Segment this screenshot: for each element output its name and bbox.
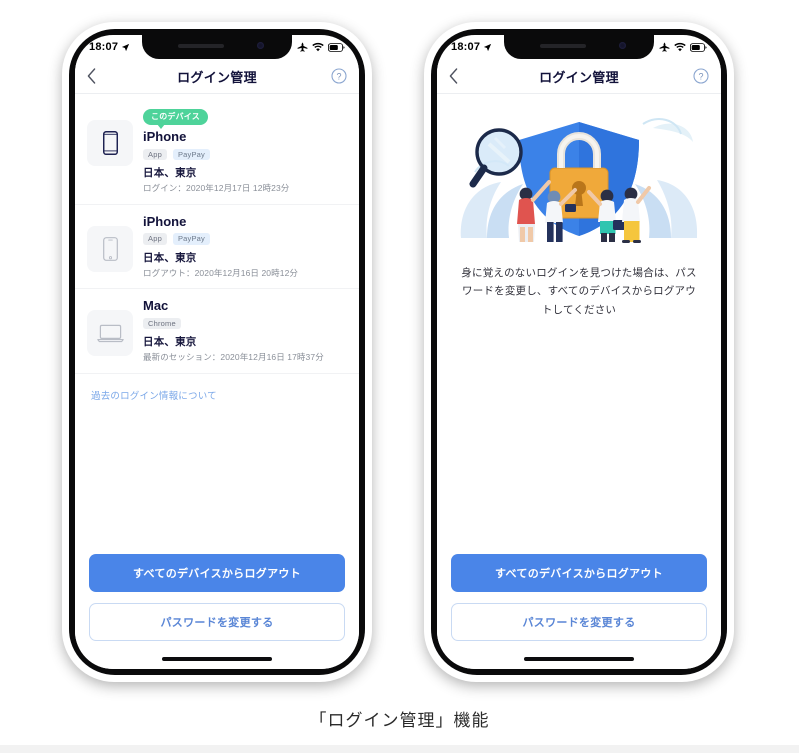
page-title: ログイン管理 xyxy=(539,69,619,85)
phone-screen-left: 18:07 ログイン管理 ? このデバイス iPhone App PayPay … xyxy=(75,35,359,669)
tag-paypay: PayPay xyxy=(172,233,211,245)
help-button[interactable]: ? xyxy=(687,68,709,84)
figure-caption: 「ログイン管理」機能 xyxy=(309,711,490,730)
device-info: このデバイス iPhone App PayPay 日本、東京 ログイン：2020… xyxy=(143,106,345,195)
phone-icon xyxy=(102,131,118,155)
footer-actions-left: すべてのデバイスからログアウト パスワードを変更する xyxy=(75,554,359,669)
device-name: iPhone xyxy=(143,213,187,229)
device-timestamp: 最新のセッション：2020年12月16日 17時37分 xyxy=(143,352,324,363)
screen-content-left: このデバイス iPhone App PayPay 日本、東京 ログイン：2020… xyxy=(75,94,359,669)
tag-app: App xyxy=(143,233,167,245)
device-tags: Chrome xyxy=(143,317,345,330)
home-indicator[interactable] xyxy=(162,657,272,661)
wifi-icon xyxy=(312,42,324,52)
device-location: 日本、東京 xyxy=(143,336,197,349)
laptop-icon xyxy=(96,324,124,342)
phone-icon xyxy=(102,236,118,261)
chevron-left-icon xyxy=(87,68,96,84)
device-info: Mac Chrome 日本、東京 最新のセッション：2020年12月16日 17… xyxy=(143,298,345,364)
screenshot-stage: 18:07 ログイン管理 ? このデバイス iPhone App PayPay … xyxy=(0,0,799,753)
status-bar: 18:07 xyxy=(75,35,359,59)
battery-icon xyxy=(328,42,345,52)
device-info: iPhone App PayPay 日本、東京 ログアウト：2020年12月16… xyxy=(143,214,345,280)
change-password-button[interactable]: パスワードを変更する xyxy=(451,603,707,641)
device-icon-container xyxy=(87,310,133,357)
airplane-mode-icon xyxy=(659,42,670,52)
airplane-mode-icon xyxy=(297,42,308,52)
device-list: このデバイス iPhone App PayPay 日本、東京 ログイン：2020… xyxy=(75,94,359,374)
footer-actions-right: すべてのデバイスからログアウト パスワードを変更する xyxy=(437,554,721,669)
chevron-left-icon xyxy=(449,68,458,84)
device-location: 日本、東京 xyxy=(143,251,197,264)
tag-app: App xyxy=(143,148,167,161)
phone-mockup-right: 18:07 ログイン管理 ? 身に覚えのないログインを見つけた場合は、パスワード… xyxy=(424,22,734,682)
change-password-button[interactable]: パスワードを変更する xyxy=(89,603,345,641)
device-name: iPhone xyxy=(143,129,187,144)
security-shield-lock-illustration xyxy=(460,118,698,243)
screen-content-right: 身に覚えのないログインを見つけた場合は、パスワードを変更し、すべてのデバイスから… xyxy=(437,94,721,669)
table-row[interactable]: このデバイス iPhone App PayPay 日本、東京 ログイン：2020… xyxy=(75,94,359,205)
location-arrow-icon xyxy=(122,43,130,51)
logout-all-devices-button[interactable]: すべてのデバイスからログアウト xyxy=(451,554,707,592)
device-timestamp: ログアウト：2020年12月16日 20時12分 xyxy=(143,267,298,278)
table-row[interactable]: iPhone App PayPay 日本、東京 ログアウト：2020年12月16… xyxy=(75,205,359,290)
navigation-bar-right: ログイン管理 ? xyxy=(437,59,721,94)
status-time-group: 18:07 xyxy=(89,41,130,53)
home-indicator[interactable] xyxy=(524,657,634,661)
back-button[interactable] xyxy=(449,68,471,84)
device-location: 日本、東京 xyxy=(143,167,197,180)
help-button[interactable]: ? xyxy=(325,68,347,84)
device-icon-container xyxy=(87,120,133,166)
svg-text:?: ? xyxy=(698,71,703,81)
phone-screen-right: 18:07 ログイン管理 ? 身に覚えのないログインを見つけた場合は、パスワード… xyxy=(437,35,721,669)
status-bar: 18:07 xyxy=(437,35,721,59)
device-name: Mac xyxy=(143,298,169,314)
empty-state-message: 身に覚えのないログインを見つけた場合は、パスワードを変更し、すべてのデバイスから… xyxy=(461,267,697,316)
navigation-bar-left: ログイン管理 ? xyxy=(75,59,359,94)
status-indicators xyxy=(659,42,707,52)
page-title: ログイン管理 xyxy=(177,69,257,85)
help-circle-icon: ? xyxy=(693,68,709,84)
device-icon-container xyxy=(87,225,133,272)
table-row[interactable]: Mac Chrome 日本、東京 最新のセッション：2020年12月16日 17… xyxy=(75,289,359,374)
tag-paypay: PayPay xyxy=(172,148,211,161)
device-timestamp: ログイン：2020年12月17日 12時23分 xyxy=(143,183,290,194)
status-indicators xyxy=(297,42,345,52)
wifi-icon xyxy=(674,42,686,52)
past-login-info-link[interactable]: 過去のログイン情報について xyxy=(75,374,359,402)
back-button[interactable] xyxy=(87,68,109,84)
bottom-divider xyxy=(0,745,799,753)
help-circle-icon: ? xyxy=(331,68,347,84)
svg-text:?: ? xyxy=(336,71,341,81)
empty-state: 身に覚えのないログインを見つけた場合は、パスワードを変更し、すべてのデバイスから… xyxy=(437,94,721,319)
location-arrow-icon xyxy=(484,43,492,51)
tag-chrome: Chrome xyxy=(143,317,181,330)
device-tags: App PayPay xyxy=(143,233,345,245)
status-time: 18:07 xyxy=(451,41,481,53)
phone-mockup-left: 18:07 ログイン管理 ? このデバイス iPhone App PayPay … xyxy=(62,22,372,682)
status-badge: このデバイス xyxy=(143,109,208,129)
status-time: 18:07 xyxy=(89,41,119,53)
device-tags: App PayPay xyxy=(143,148,345,161)
logout-all-devices-button[interactable]: すべてのデバイスからログアウト xyxy=(89,554,345,592)
status-time-group: 18:07 xyxy=(451,41,492,53)
battery-icon xyxy=(690,42,707,52)
